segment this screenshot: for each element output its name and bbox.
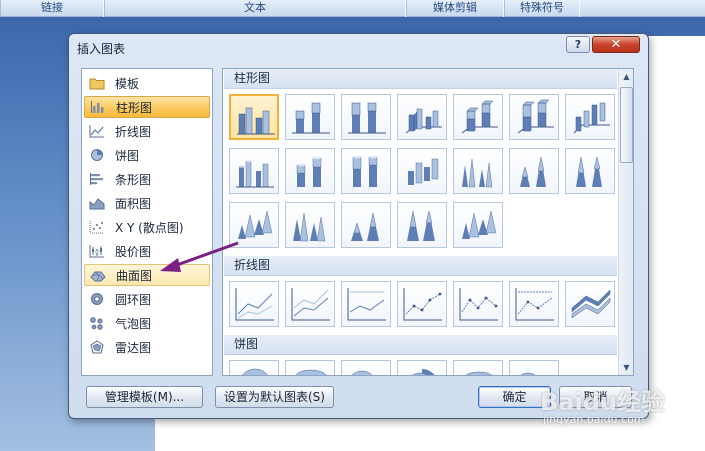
thumb-line-markers[interactable] — [397, 281, 447, 327]
insert-chart-dialog: 插入图表 ? ✕ 模板 柱形图 折线图 饼图 条形图 面积图 X Y (散点图)… — [68, 33, 649, 419]
category-stock[interactable]: 股价图 — [84, 240, 210, 262]
pie-chart-icon — [89, 148, 105, 162]
thumb-3d-cylinder[interactable] — [397, 148, 447, 194]
bar-chart-icon — [89, 172, 105, 186]
thumb-3d-pyramid[interactable] — [453, 202, 503, 248]
thumb-100-stacked-pyramid[interactable] — [397, 202, 447, 248]
watermark-url: jingyan.baidu.com — [543, 413, 645, 426]
stock-chart-icon — [89, 244, 105, 258]
thumb-clustered-cylinder[interactable] — [229, 148, 279, 194]
thumb-clustered-pyramid[interactable] — [285, 202, 335, 248]
category-label: X Y (散点图) — [115, 220, 184, 235]
doughnut-chart-icon — [89, 292, 105, 306]
surface-chart-icon — [90, 268, 106, 282]
category-label: 面积图 — [115, 196, 152, 211]
thumb-100-stacked-cone[interactable] — [565, 148, 615, 194]
folder-icon — [89, 76, 105, 90]
ribbon-group-media[interactable]: 媒体剪辑 — [406, 0, 504, 17]
help-button[interactable]: ? — [566, 36, 590, 53]
category-label: 饼图 — [115, 148, 140, 163]
thumb-3d-100-stacked-column[interactable] — [509, 94, 559, 140]
category-label: 雷达图 — [115, 340, 152, 355]
category-line[interactable]: 折线图 — [84, 120, 210, 142]
category-label: 模板 — [115, 76, 140, 91]
thumb-100-stacked-cylinder[interactable] — [341, 148, 391, 194]
section-header-pie: 饼图 — [224, 335, 617, 355]
thumb-stacked-line-markers[interactable] — [453, 281, 503, 327]
category-label: 股价图 — [115, 244, 152, 259]
category-label: 曲面图 — [116, 268, 153, 283]
line-chart-icon — [89, 124, 105, 138]
category-bar[interactable]: 条形图 — [84, 168, 210, 190]
category-surface[interactable]: 曲面图 — [84, 264, 210, 286]
ribbon-group-text[interactable]: 文本 — [104, 0, 406, 17]
section-header-column: 柱形图 — [224, 69, 617, 89]
category-column[interactable]: 柱形图 — [84, 96, 210, 118]
category-area[interactable]: 面积图 — [84, 192, 210, 214]
dialog-title: 插入图表 — [77, 42, 126, 56]
thumb-3d-line[interactable] — [565, 281, 615, 327]
thumb-3d-exploded-pie[interactable] — [453, 360, 503, 375]
scatter-chart-icon — [89, 220, 105, 234]
category-pie[interactable]: 饼图 — [84, 144, 210, 166]
thumb-exploded-pie[interactable] — [397, 360, 447, 375]
thumb-bar-of-pie[interactable] — [509, 360, 559, 375]
scroll-up-icon[interactable]: ▲ — [619, 69, 633, 84]
thumb-line[interactable] — [229, 281, 279, 327]
thumb-3d-pie[interactable] — [285, 360, 335, 375]
ribbon-group-bar: 链接 文本 媒体剪辑 特殊符号 — [0, 0, 705, 17]
thumb-stacked-cone[interactable] — [509, 148, 559, 194]
set-default-chart-button[interactable]: 设置为默认图表(S) — [215, 386, 334, 408]
thumb-3d-clustered-column[interactable] — [397, 94, 447, 140]
thumb-stacked-pyramid[interactable] — [341, 202, 391, 248]
category-label: 折线图 — [115, 124, 152, 139]
thumb-stacked-line[interactable] — [285, 281, 335, 327]
watermark-brand: Baidu经验 — [540, 388, 665, 416]
thumb-100-stacked-line[interactable] — [341, 281, 391, 327]
category-label: 圆环图 — [115, 292, 152, 307]
ribbon-group-symbols[interactable]: 特殊符号 — [504, 0, 580, 17]
category-label: 气泡图 — [115, 316, 152, 331]
scroll-thumb[interactable] — [620, 87, 633, 163]
thumb-3d-cone[interactable] — [229, 202, 279, 248]
area-chart-icon — [89, 196, 105, 210]
category-radar[interactable]: 雷达图 — [84, 336, 210, 358]
manage-templates-button[interactable]: 管理模板(M)... — [86, 386, 203, 408]
thumb-clustered-column[interactable] — [229, 94, 279, 140]
category-label: 柱形图 — [116, 100, 153, 115]
ribbon-group-links[interactable]: 链接 — [0, 0, 104, 17]
scroll-down-icon[interactable]: ▼ — [619, 360, 633, 375]
radar-chart-icon — [89, 340, 105, 354]
category-label: 条形图 — [115, 172, 152, 187]
thumb-pie[interactable] — [229, 360, 279, 375]
section-header-line: 折线图 — [224, 256, 617, 276]
thumb-pie-of-pie[interactable] — [341, 360, 391, 375]
close-button[interactable]: ✕ — [592, 36, 640, 53]
thumb-100-stacked-line-markers[interactable] — [509, 281, 559, 327]
category-bubble[interactable]: 气泡图 — [84, 312, 210, 334]
gallery-scrollbar[interactable]: ▲ ▼ — [618, 69, 633, 375]
chart-category-list: 模板 柱形图 折线图 饼图 条形图 面积图 X Y (散点图) 股价图 曲面图 … — [81, 68, 213, 376]
thumb-3d-column[interactable] — [565, 94, 615, 140]
thumb-3d-stacked-column[interactable] — [453, 94, 503, 140]
thumb-clustered-cone[interactable] — [453, 148, 503, 194]
thumb-stacked-column[interactable] — [285, 94, 335, 140]
thumb-stacked-cylinder[interactable] — [285, 148, 335, 194]
column-chart-icon — [90, 100, 106, 114]
category-templates[interactable]: 模板 — [84, 72, 210, 94]
category-scatter[interactable]: X Y (散点图) — [84, 216, 210, 238]
bubble-chart-icon — [89, 316, 105, 330]
chart-subtype-gallery: 柱形图 折线图 饼图 ▲ ▼ — [222, 68, 634, 376]
thumb-100-stacked-column[interactable] — [341, 94, 391, 140]
category-doughnut[interactable]: 圆环图 — [84, 288, 210, 310]
